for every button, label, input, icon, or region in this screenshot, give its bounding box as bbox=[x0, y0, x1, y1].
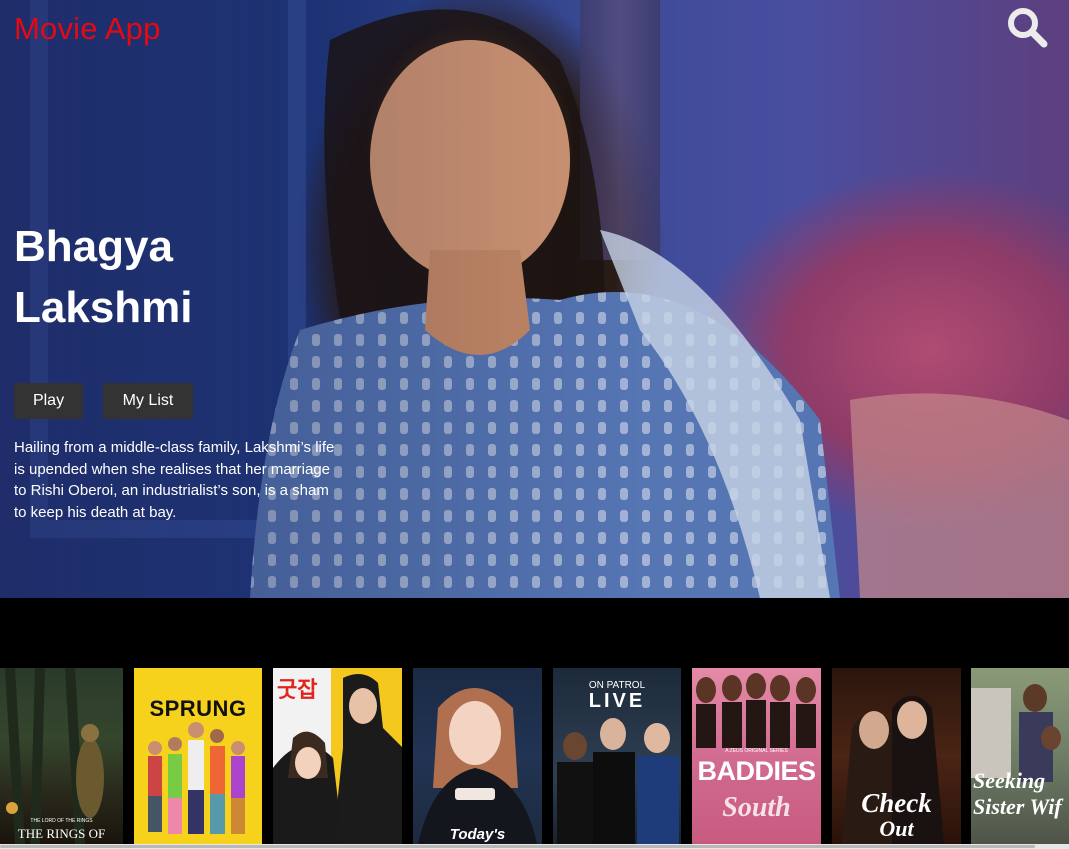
poster-row: THE LORD OF THE RINGS THE RINGS OF POWER… bbox=[0, 668, 1069, 844]
hero-title: Bhagya Lakshmi bbox=[14, 222, 193, 332]
poster-caption: Today's bbox=[449, 826, 506, 843]
poster-check-out[interactable]: Check Out bbox=[832, 668, 961, 844]
poster-on-patrol-live[interactable]: ON PATROL LIVE bbox=[553, 668, 681, 844]
poster-caption: BADDIES bbox=[697, 756, 816, 786]
poster-good-job[interactable]: 굿잡 bbox=[273, 668, 402, 844]
app-logo[interactable]: Movie App bbox=[14, 11, 161, 47]
poster-todays-webtoon[interactable]: Today's bbox=[413, 668, 542, 844]
poster-kicker: Sister Wif bbox=[973, 794, 1062, 819]
poster-kicker: THE LORD OF THE RINGS bbox=[30, 818, 93, 824]
horizontal-scrollbar-thumb[interactable] bbox=[0, 845, 1035, 848]
poster-kicker: South bbox=[722, 792, 791, 823]
hero-description: Hailing from a middle-class family, Laks… bbox=[14, 439, 335, 521]
poster-sprung[interactable]: SPRUNG bbox=[134, 668, 262, 844]
search-icon[interactable] bbox=[1006, 6, 1048, 48]
poster-kicker: Out bbox=[879, 816, 914, 841]
poster-caption: Seeking bbox=[973, 768, 1046, 793]
my-list-button[interactable]: My List bbox=[103, 383, 193, 419]
poster-caption: THE RINGS OF POWER bbox=[17, 826, 106, 844]
poster-seeking-sister-wife[interactable]: Seeking Sister Wif bbox=[971, 668, 1069, 844]
poster-baddies-south[interactable]: A ZEUS ORIGINAL SERIES BADDIES South bbox=[692, 668, 821, 844]
poster-caption: Check bbox=[861, 788, 932, 818]
poster-rings-of-power[interactable]: THE LORD OF THE RINGS THE RINGS OF POWER bbox=[0, 668, 123, 844]
play-button[interactable]: Play bbox=[14, 383, 83, 419]
poster-tag: A ZEUS ORIGINAL SERIES bbox=[725, 748, 788, 754]
